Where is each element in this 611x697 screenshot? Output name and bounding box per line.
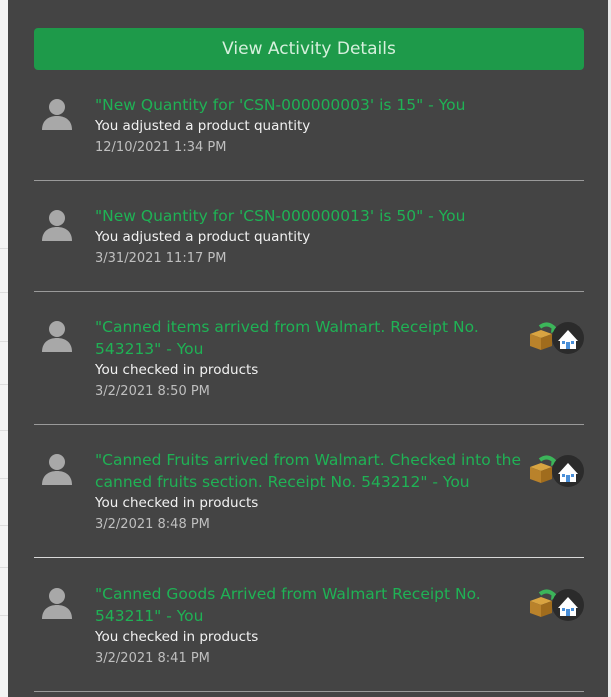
activity-timestamp: 3/31/2021 11:17 PM [95, 251, 227, 266]
activity-timestamp: 12/10/2021 1:34 PM [95, 140, 227, 155]
user-avatar-icon [42, 454, 72, 485]
activity-title[interactable]: "Canned items arrived from Walmart. Rece… [95, 316, 525, 360]
view-activity-details-button[interactable]: View Activity Details [34, 28, 584, 70]
activity-subtitle: You adjusted a product quantity [95, 229, 311, 245]
activity-title-line: 543213" - You [95, 340, 204, 358]
divider [34, 557, 584, 558]
activity-title[interactable]: "Canned Fruits arrived from Walmart. Che… [95, 449, 525, 493]
box-to-warehouse-checkin-icon[interactable] [528, 321, 586, 355]
activity-subtitle: You adjusted a product quantity [95, 118, 311, 134]
activity-title-line: "Canned Fruits arrived from Walmart. Che… [95, 451, 522, 469]
activity-title-line: 543211" - You [95, 607, 204, 625]
activity-timestamp: 3/2/2021 8:50 PM [95, 384, 210, 399]
user-avatar-icon [42, 99, 72, 130]
activity-panel: View Activity Details "New Quantity for … [8, 0, 608, 697]
activity-subtitle: You checked in products [95, 362, 259, 378]
user-avatar-icon [42, 210, 72, 241]
user-avatar-icon [42, 588, 72, 619]
activity-subtitle: You checked in products [95, 495, 259, 511]
activity-title-line: "Canned Goods Arrived from Walmart Recei… [95, 585, 481, 603]
divider [34, 691, 584, 692]
activity-title-line: canned fruits section. Receipt No. 54321… [95, 473, 470, 491]
activity-title[interactable]: "New Quantity for 'CSN-000000003' is 15"… [95, 94, 525, 116]
activity-title[interactable]: "Canned Goods Arrived from Walmart Recei… [95, 583, 525, 627]
divider [34, 180, 584, 181]
divider [34, 424, 584, 425]
activity-title[interactable]: "New Quantity for 'CSN-000000013' is 50"… [95, 205, 525, 227]
box-to-warehouse-checkin-icon[interactable] [528, 588, 586, 622]
divider [34, 291, 584, 292]
background-page-strip [0, 0, 8, 697]
activity-timestamp: 3/2/2021 8:48 PM [95, 517, 210, 532]
activity-timestamp: 3/2/2021 8:41 PM [95, 651, 210, 666]
activity-subtitle: You checked in products [95, 629, 259, 645]
box-to-warehouse-checkin-icon[interactable] [528, 454, 586, 488]
activity-title-line: "Canned items arrived from Walmart. Rece… [95, 318, 479, 336]
user-avatar-icon [42, 321, 72, 352]
